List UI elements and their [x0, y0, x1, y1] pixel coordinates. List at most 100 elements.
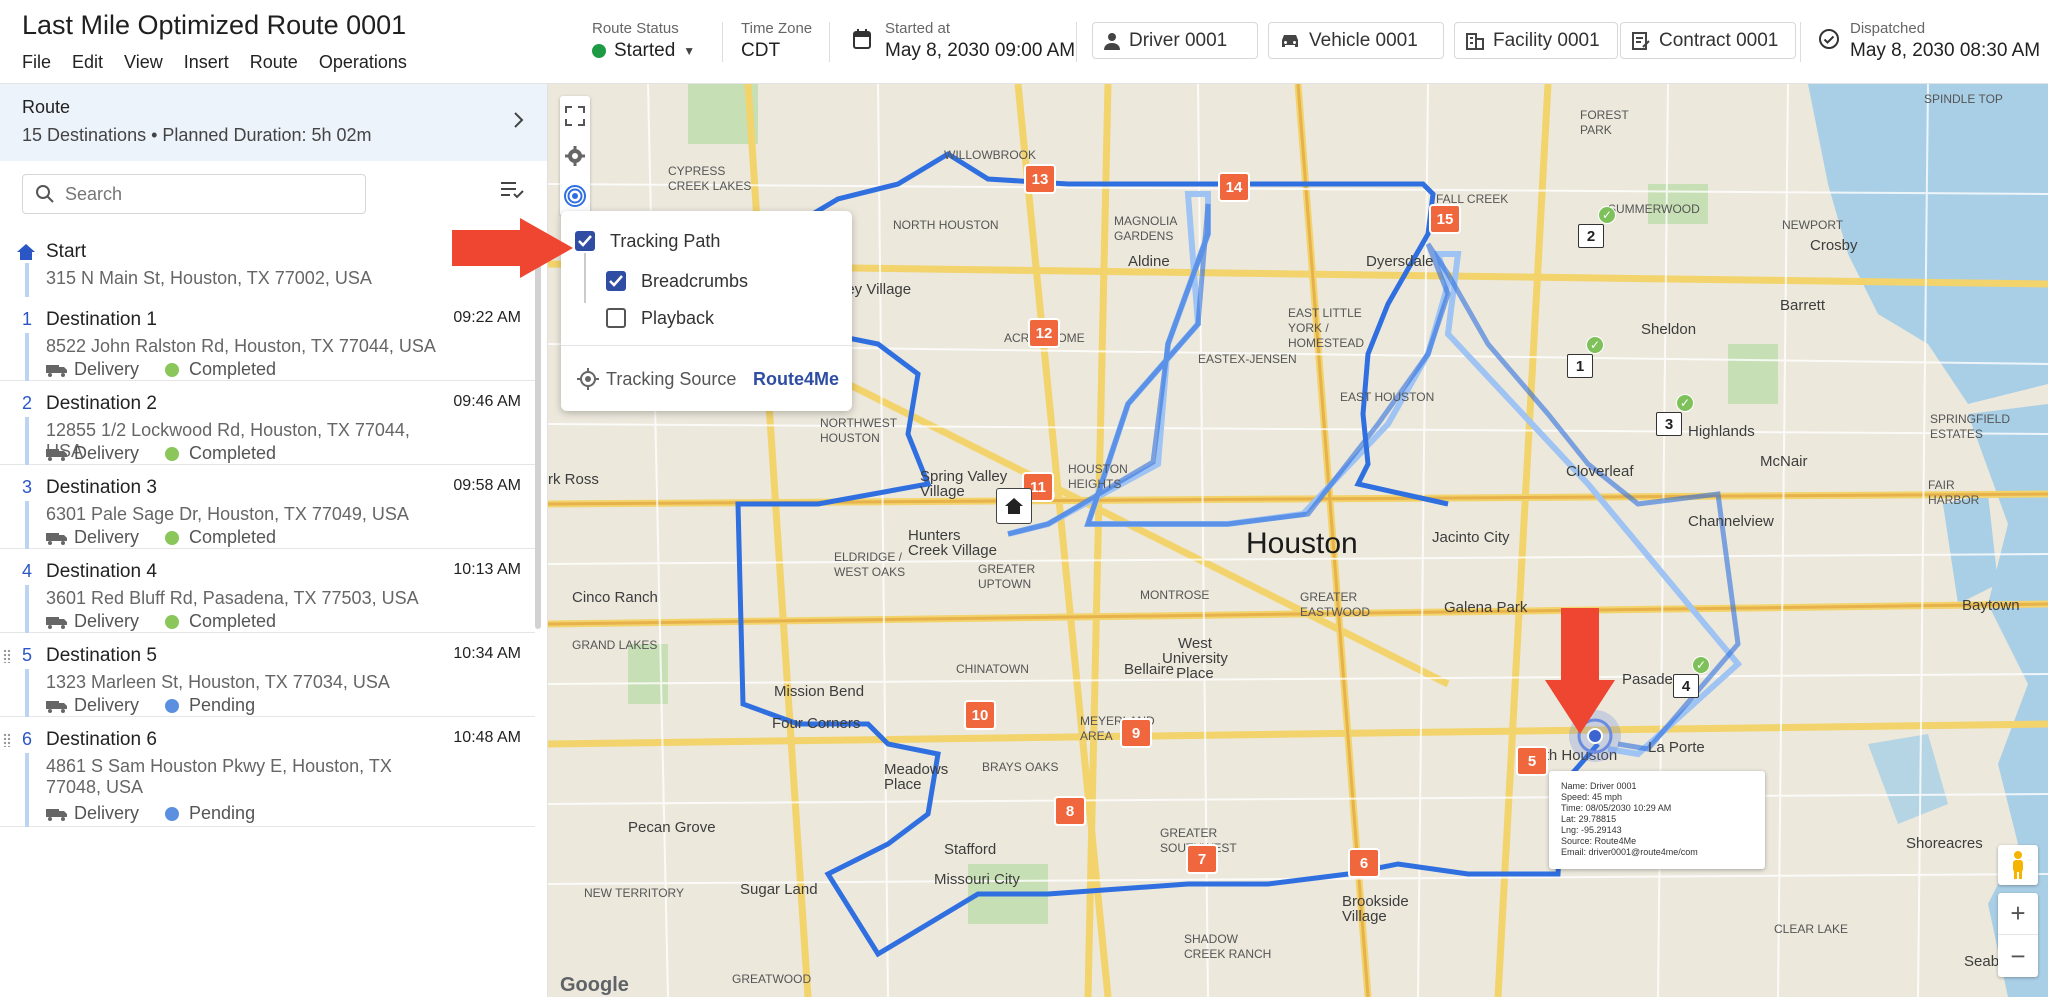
status-dot — [165, 362, 180, 377]
map-label: Crosby — [1810, 237, 1858, 254]
zoom-in-button[interactable]: + — [1998, 893, 2038, 935]
menu-operations[interactable]: Operations — [319, 52, 407, 73]
status-dot — [592, 44, 606, 58]
delivery-truck-icon — [46, 616, 67, 629]
stop-marker-7[interactable]: 7 — [1188, 846, 1216, 872]
vehicle-chip[interactable]: Vehicle 0001 — [1268, 22, 1444, 59]
map-label: Channelview — [1688, 513, 1774, 530]
sidebar-scrollbar[interactable] — [535, 229, 541, 629]
list-item[interactable]: 5 Destination 5 10:34 AM 1323 Marleen St… — [0, 633, 535, 717]
drag-handle-icon[interactable] — [3, 649, 11, 663]
stop-marker-1[interactable]: 1 — [1567, 354, 1593, 378]
status-badge: Pending — [189, 803, 256, 823]
map-label: MONTROSE — [1140, 588, 1210, 602]
drag-handle-icon[interactable] — [3, 733, 11, 747]
list-item[interactable]: 4 Destination 4 10:13 AM 3601 Red Bluff … — [0, 549, 535, 633]
google-logo: Google — [560, 974, 629, 996]
status-badge: Completed — [189, 443, 277, 463]
time-zone: Time Zone CDT — [741, 0, 831, 84]
map-label: Galena Park — [1444, 599, 1528, 616]
stop-marker-3[interactable]: 3 — [1656, 412, 1682, 436]
stop-number: 1 — [22, 309, 33, 329]
stop-number: 2 — [22, 393, 33, 413]
stop-time: 10:13 AM — [453, 561, 521, 578]
search-input[interactable] — [63, 183, 353, 206]
list-item[interactable]: 3 Destination 3 09:58 AM 6301 Pale Sage … — [0, 465, 535, 549]
stop-marker-14[interactable]: 14 — [1220, 174, 1248, 200]
stop-marker-13[interactable]: 13 — [1026, 166, 1054, 192]
driver-chip[interactable]: Driver 0001 — [1092, 22, 1258, 59]
contract-chip[interactable]: Contract 0001 — [1620, 22, 1796, 59]
delivery-truck-icon — [46, 808, 67, 821]
status-dot — [165, 446, 180, 461]
stop-marker-15[interactable]: 15 — [1431, 206, 1459, 232]
stop-time: 10:34 AM — [453, 645, 521, 662]
map-label: Highlands — [1688, 423, 1755, 440]
stop-marker-6[interactable]: 6 — [1350, 850, 1378, 876]
tracking-source-link[interactable]: Route4Me — [753, 369, 839, 390]
status-dot — [165, 806, 180, 821]
stop-marker-2[interactable]: 2 — [1578, 224, 1604, 248]
city-label: Houston — [1246, 527, 1358, 560]
route-summary[interactable]: Route 15 Destinations • Planned Duration… — [0, 84, 547, 161]
stop-marker-5[interactable]: 5 — [1518, 748, 1546, 774]
stop-marker-4[interactable]: 4 — [1673, 674, 1699, 698]
divider — [1800, 22, 1801, 62]
map-label: NEWPORT — [1782, 218, 1844, 232]
tree-line — [584, 253, 586, 303]
stop-time: 09:46 AM — [453, 393, 521, 410]
tracking-path-checkbox[interactable] — [575, 231, 595, 251]
street-view-pegman-icon[interactable] — [1998, 845, 2038, 885]
route-status-dropdown[interactable]: Route Status Started ▼ — [592, 0, 732, 84]
search-field[interactable] — [22, 174, 366, 214]
stop-address: 6301 Pale Sage Dr, Houston, TX 77049, US… — [46, 504, 409, 524]
tracking-broadcast-icon[interactable] — [560, 176, 590, 216]
menu-file[interactable]: File — [22, 52, 51, 73]
divider — [561, 345, 852, 346]
route-line — [25, 417, 29, 465]
gear-icon[interactable] — [560, 136, 590, 176]
breadcrumbs-checkbox[interactable] — [606, 271, 626, 291]
stop-marker-8[interactable]: 8 — [1056, 798, 1084, 824]
stop-marker-12[interactable]: 12 — [1030, 320, 1058, 346]
menu-insert[interactable]: Insert — [184, 52, 229, 73]
dispatched-value: May 8, 2030 08:30 AM — [1850, 40, 2041, 61]
status-badge: Completed — [189, 359, 277, 379]
playback-checkbox[interactable] — [606, 308, 626, 328]
zoom-out-button[interactable]: − — [1998, 935, 2038, 977]
route-line — [25, 753, 29, 827]
divider — [722, 22, 723, 62]
menu-view[interactable]: View — [124, 52, 163, 73]
map-label: Sugar Land — [740, 881, 818, 898]
depot-home-icon[interactable] — [996, 488, 1032, 524]
started-at[interactable]: Started at May 8, 2030 09:00 AM — [852, 0, 1082, 84]
stop-name: Destination 3 — [46, 477, 157, 498]
stop-time: 09:58 AM — [453, 477, 521, 494]
list-item[interactable]: 1 Destination 1 09:22 AM 8522 John Ralst… — [0, 297, 535, 381]
delivery-truck-icon — [46, 532, 67, 545]
destination-list: Start 315 N Main St, Houston, TX 77002, … — [0, 229, 535, 827]
facility-chip[interactable]: Facility 0001 — [1454, 22, 1618, 59]
stop-name: Destination 4 — [46, 561, 157, 582]
map-label: WILLOWBROOK — [944, 148, 1037, 162]
map-label: Cinco Ranch — [572, 589, 658, 606]
info-key: Lng: — [1561, 825, 1579, 835]
search-icon — [35, 184, 55, 209]
completed-check-icon: ✓ — [1598, 206, 1616, 224]
list-item[interactable]: 6 Destination 6 10:48 AM 4861 S Sam Hous… — [0, 717, 535, 827]
info-value: driver0001@route4me/com — [1588, 847, 1698, 857]
menu-edit[interactable]: Edit — [72, 52, 103, 73]
fullscreen-icon[interactable] — [560, 96, 590, 136]
menu-route[interactable]: Route — [250, 52, 298, 73]
stop-marker-9[interactable]: 9 — [1122, 720, 1150, 746]
info-key: Source: — [1561, 836, 1593, 846]
map-label: Bellaire — [1124, 661, 1175, 678]
stop-name: Start — [46, 241, 87, 262]
stop-marker-10[interactable]: 10 — [966, 702, 994, 728]
list-item[interactable]: 2 Destination 2 09:46 AM 12855 1/2 Lockw… — [0, 381, 535, 465]
map-label: Cloverleaf — [1566, 463, 1634, 480]
info-value: 45 mph — [1592, 792, 1623, 802]
map-label: Meadows Place — [884, 761, 949, 793]
sort-list-icon[interactable] — [500, 180, 524, 205]
map-label: EASTEX-JENSEN — [1198, 352, 1297, 366]
